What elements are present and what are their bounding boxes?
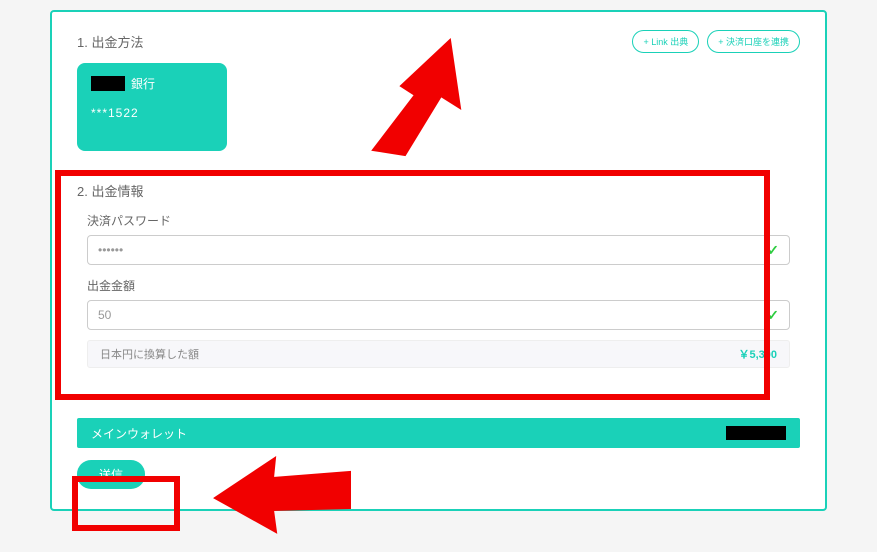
- amount-label: 出金金額: [87, 277, 790, 294]
- submit-area: 送信: [77, 460, 800, 489]
- wallet-title: メインウォレット: [91, 425, 187, 442]
- submit-button[interactable]: 送信: [77, 460, 145, 489]
- main-wallet-bar[interactable]: メインウォレット: [77, 418, 800, 448]
- bank-card[interactable]: 銀行 ***1522: [77, 63, 227, 151]
- top-actions: + Link 出典 + 決済口座を連携: [632, 30, 800, 53]
- withdrawal-form: 決済パスワード ✓ 出金金額 ✓ 日本円に換算した額 ￥5,300: [77, 212, 800, 368]
- wallet-balance-redacted: [726, 426, 786, 440]
- conversion-row: 日本円に換算した額 ￥5,300: [87, 340, 790, 368]
- amount-input-wrap: ✓: [87, 300, 790, 330]
- conversion-value: ￥5,300: [738, 346, 777, 362]
- conversion-label: 日本円に換算した額: [100, 346, 199, 362]
- password-label: 決済パスワード: [87, 212, 790, 229]
- withdrawal-panel: + Link 出典 + 決済口座を連携 1. 出金方法 銀行 ***1522 2…: [50, 10, 827, 511]
- bank-header: 銀行: [91, 75, 213, 92]
- section2: 2. 出金情報 決済パスワード ✓ 出金金額 ✓ 日本円に換算した額 ￥5,30…: [77, 181, 800, 489]
- bank-name: 銀行: [131, 75, 155, 92]
- section2-title: 2. 出金情報: [77, 181, 800, 200]
- password-input[interactable]: [98, 243, 767, 257]
- amount-input[interactable]: [98, 308, 767, 322]
- link-small-button[interactable]: + Link 出典: [632, 30, 699, 53]
- bank-account-number: ***1522: [91, 106, 213, 120]
- connect-account-button[interactable]: + 決済口座を連携: [707, 30, 800, 53]
- check-icon: ✓: [767, 242, 779, 259]
- bank-logo-redacted: [91, 76, 125, 91]
- check-icon: ✓: [767, 307, 779, 324]
- password-input-wrap: ✓: [87, 235, 790, 265]
